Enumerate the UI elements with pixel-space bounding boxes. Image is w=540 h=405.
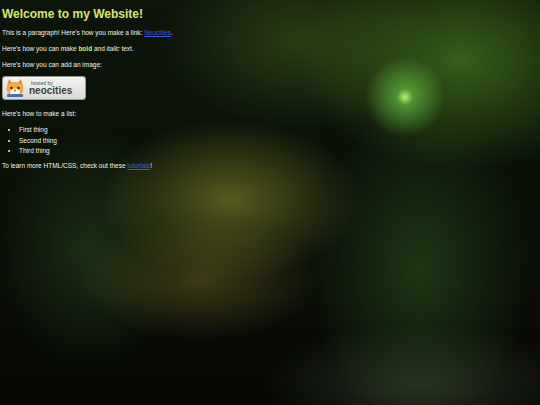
image-intro: Here's how you can add an image: [2,60,102,69]
list-item: Second thing [19,136,57,147]
thing-list: First thingSecond thingThird thing [2,125,57,157]
list-item: First thing [19,125,57,136]
neocities-link[interactable]: Neocities [144,29,171,36]
hosted-by-neocities-badge[interactable]: hosted byneocities [2,76,86,100]
cat-icon [4,78,26,98]
outro-paragraph: To learn more HTML/CSS, check out these … [2,161,152,170]
page-title: Welcome to my Website! [2,6,143,22]
list-intro: Here's how to make a list: [2,109,76,118]
bold-text: bold [78,45,92,52]
tutorials-link[interactable]: tutorials [127,162,150,169]
badge-bottom-text: neocities [29,86,72,96]
page: Welcome to my Website! This is a paragrap… [0,0,540,405]
italic-text: italic [107,45,120,52]
list-item: Third thing [19,146,57,157]
badge-text: hosted byneocities [29,81,72,96]
formatting-paragraph: Here's how you can make bold and italic … [2,44,134,53]
intro-paragraph: This is a paragraph! Here's how you make… [2,28,173,37]
